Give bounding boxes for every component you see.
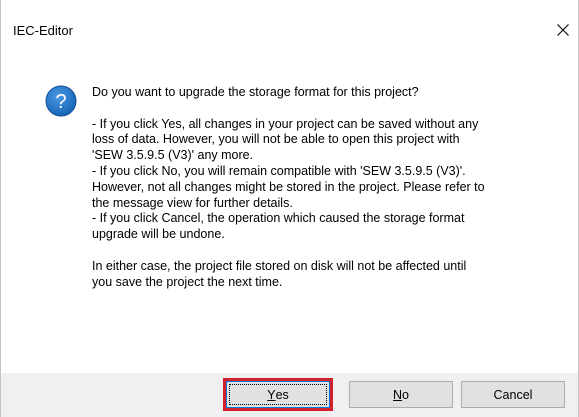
message-line: - If you click No, you will remain compa… — [92, 163, 466, 178]
message-line: you save the project the next time. — [92, 274, 283, 289]
dialog-content: ? Do you want to upgrade the storage for… — [1, 44, 578, 373]
question-icon: ? — [45, 85, 77, 117]
dialog-window: IEC-Editor ? Do you want to upgrade the … — [0, 0, 579, 417]
window-title: IEC-Editor — [13, 23, 73, 38]
message-line: However, not all changes might be stored… — [92, 179, 485, 194]
button-bar: Yes No Cancel — [1, 373, 578, 417]
message-line: 'SEW 3.5.9.5 (V3)' any more. — [92, 148, 254, 163]
message-line: In either case, the project file stored … — [92, 258, 467, 273]
cancel-label: Cancel — [493, 387, 533, 402]
cancel-button[interactable]: Cancel — [461, 381, 565, 408]
message-line: upgrade will be undone. — [92, 227, 225, 242]
close-button[interactable] — [550, 18, 576, 42]
yes-button[interactable]: Yes — [226, 381, 330, 408]
message-line: loss of data. However, you will not be a… — [92, 132, 460, 147]
svg-text:?: ? — [55, 91, 66, 113]
message-line: the message view for further details. — [92, 195, 293, 210]
no-label-rest: o — [402, 387, 409, 402]
yes-label-rest: es — [275, 387, 289, 402]
message-line: - If you click Yes, all changes in your … — [92, 116, 479, 131]
yes-mnemonic: Y — [267, 387, 276, 402]
no-button[interactable]: No — [349, 381, 453, 408]
title-bar[interactable]: IEC-Editor — [1, 0, 578, 44]
no-mnemonic: N — [393, 387, 403, 402]
message-text: Do you want to upgrade the storage forma… — [92, 85, 564, 290]
close-icon — [557, 24, 569, 36]
message-line: Do you want to upgrade the storage forma… — [92, 85, 419, 99]
message-line: - If you click Cancel, the operation whi… — [92, 211, 465, 226]
